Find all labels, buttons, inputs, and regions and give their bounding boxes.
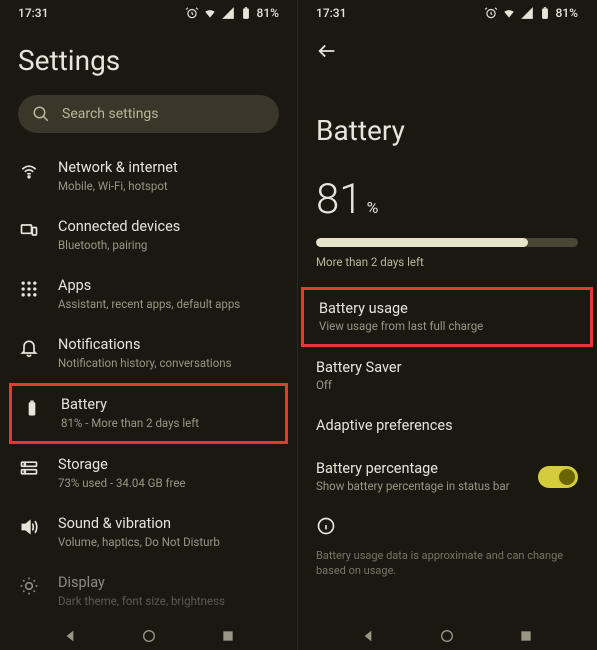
nav-recent-icon[interactable]	[220, 628, 236, 644]
search-icon	[32, 105, 50, 123]
item-title: Adaptive preferences	[316, 417, 578, 434]
apps-icon	[19, 279, 39, 299]
settings-item-storage[interactable]: Storage 73% used - 34.04 GB free	[6, 444, 291, 503]
info-icon	[316, 516, 336, 536]
item-title: Battery	[61, 396, 276, 413]
item-subtitle: 81% - More than 2 days left	[61, 416, 276, 431]
item-subtitle: Off	[316, 378, 578, 393]
item-title: Battery usage	[319, 300, 575, 317]
storage-icon	[19, 458, 39, 478]
status-battery: 81%	[257, 6, 279, 20]
info-button[interactable]	[298, 506, 596, 544]
status-bar: 17:31 81%	[0, 0, 297, 24]
settings-item-battery[interactable]: Battery 81% - More than 2 days left	[9, 383, 288, 444]
status-battery: 81%	[556, 6, 578, 20]
nav-home-icon[interactable]	[439, 628, 455, 644]
status-time: 17:31	[18, 6, 48, 20]
wifi-icon	[203, 6, 217, 20]
battery-progress-fill	[316, 238, 528, 247]
battery-item-percentage[interactable]: Battery percentage Show battery percentag…	[298, 448, 596, 506]
alarm-icon	[484, 6, 498, 20]
battery-item-adaptive[interactable]: Adaptive preferences	[298, 405, 596, 448]
devices-icon	[19, 220, 39, 240]
nav-bar	[298, 620, 596, 650]
settings-item-display[interactable]: Display Dark theme, font size, brightness	[6, 562, 291, 621]
battery-item-usage[interactable]: Battery usage View usage from last full c…	[301, 287, 593, 347]
brightness-icon	[19, 576, 39, 596]
wifi-icon	[19, 161, 39, 181]
page-title: Battery	[298, 66, 596, 175]
percentage-toggle[interactable]	[538, 466, 578, 488]
nav-bar	[0, 620, 297, 650]
sound-icon	[19, 517, 39, 537]
nav-home-icon[interactable]	[141, 628, 157, 644]
status-bar: 17:31 81%	[298, 0, 596, 24]
nav-back-icon[interactable]	[360, 628, 376, 644]
settings-item-connected[interactable]: Connected devices Bluetooth, pairing	[6, 206, 291, 265]
settings-list: Network & internet Mobile, Wi-Fi, hotspot…	[0, 147, 297, 621]
page-title: Settings	[0, 24, 297, 95]
item-title: Sound & vibration	[58, 515, 279, 532]
battery-item-saver[interactable]: Battery Saver Off	[298, 347, 596, 405]
status-icons: 81%	[185, 6, 279, 20]
settings-item-sound[interactable]: Sound & vibration Volume, haptics, Do Not…	[6, 503, 291, 562]
settings-screen: 17:31 81% Settings Search settings Netwo…	[0, 0, 298, 650]
signal-icon	[221, 6, 235, 20]
item-title: Storage	[58, 456, 279, 473]
search-bar[interactable]: Search settings	[18, 95, 279, 133]
disclaimer-text: Battery usage data is approximate and ca…	[298, 544, 596, 583]
alarm-icon	[185, 6, 199, 20]
item-subtitle: Dark theme, font size, brightness	[58, 594, 279, 609]
nav-back-icon[interactable]	[62, 628, 78, 644]
item-subtitle: Show battery percentage in status bar	[316, 479, 538, 494]
time-left: More than 2 days left	[298, 255, 596, 287]
battery-list: Battery usage View usage from last full c…	[298, 287, 596, 506]
battery-screen: 17:31 81% Battery 81 % More than 2 days …	[298, 0, 596, 650]
item-subtitle: Bluetooth, pairing	[58, 238, 279, 253]
item-title: Network & internet	[58, 159, 279, 176]
bell-icon	[19, 338, 39, 358]
item-subtitle: Mobile, Wi-Fi, hotspot	[58, 179, 279, 194]
wifi-icon	[502, 6, 516, 20]
status-time: 17:31	[316, 6, 346, 20]
battery-status-icon	[239, 6, 253, 20]
nav-recent-icon[interactable]	[518, 628, 534, 644]
item-subtitle: Assistant, recent apps, default apps	[58, 297, 279, 312]
battery-status-icon	[538, 6, 552, 20]
battery-icon	[22, 398, 42, 418]
item-subtitle: Notification history, conversations	[58, 356, 279, 371]
item-subtitle: View usage from last full charge	[319, 319, 575, 334]
pct-sign: %	[367, 198, 379, 217]
item-subtitle: Volume, haptics, Do Not Disturb	[58, 535, 279, 550]
item-subtitle: 73% used - 34.04 GB free	[58, 476, 279, 491]
search-placeholder: Search settings	[62, 106, 159, 122]
signal-icon	[520, 6, 534, 20]
settings-item-notifications[interactable]: Notifications Notification history, conve…	[6, 324, 291, 383]
settings-item-network[interactable]: Network & internet Mobile, Wi-Fi, hotspot	[6, 147, 291, 206]
status-icons: 81%	[484, 6, 578, 20]
battery-percentage-display: 81 %	[298, 175, 596, 232]
item-title: Battery Saver	[316, 359, 578, 376]
item-title: Display	[58, 574, 279, 591]
settings-item-apps[interactable]: Apps Assistant, recent apps, default apps	[6, 265, 291, 324]
item-title: Notifications	[58, 336, 279, 353]
item-title: Connected devices	[58, 218, 279, 235]
arrow-back-icon	[316, 40, 338, 62]
item-title: Apps	[58, 277, 279, 294]
pct-value: 81	[316, 175, 363, 224]
item-title: Battery percentage	[316, 460, 538, 477]
battery-progress	[316, 238, 578, 247]
back-button[interactable]	[298, 24, 596, 66]
